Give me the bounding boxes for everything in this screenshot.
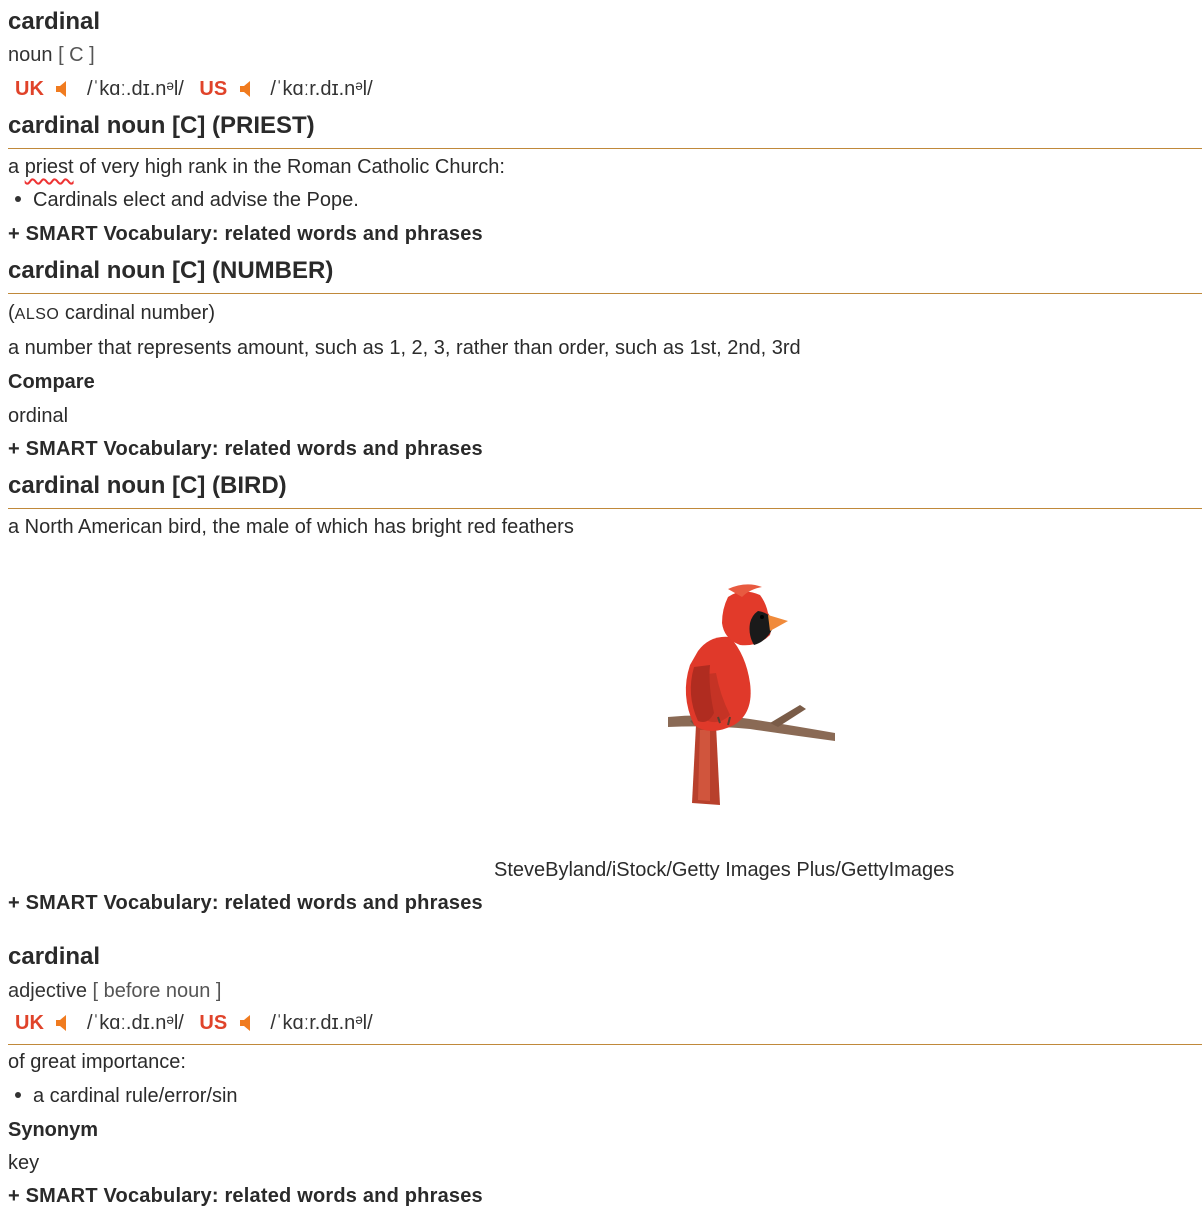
us-ipa: /ˈkɑːr.dɪ.nᵊl/: [270, 78, 373, 100]
example-adjective: a cardinal rule/error/sin: [8, 1085, 238, 1108]
pronunciation-row: UK /ˈkɑː.dɪ.nᵊl/ US /ˈkɑːr.dɪ.nᵊl/: [15, 1012, 373, 1038]
uk-ipa: /ˈkɑː.dɪ.nᵊl/: [87, 78, 184, 100]
speaker-icon[interactable]: [55, 80, 71, 104]
us-label: US: [199, 78, 228, 100]
also-text: cardinal number): [59, 302, 215, 324]
image-credit: SteveByland/iStock/Getty Images Plus/Get…: [494, 859, 955, 881]
divider: [8, 148, 1202, 149]
us-label: US: [199, 1012, 228, 1034]
bullet: [15, 195, 21, 202]
bullet: [15, 1091, 21, 1098]
cardinal-bird-image: [650, 575, 850, 820]
definition-bird: a North American bird, the male of which…: [8, 516, 574, 538]
def-text: of very high rank in the Roman Catholic …: [73, 156, 505, 178]
sense-heading-bird: cardinal noun [C] (BIRD): [8, 472, 287, 499]
uk-label: UK: [15, 78, 44, 100]
speaker-icon[interactable]: [239, 1014, 255, 1038]
definition-adjective: of great importance:: [8, 1051, 186, 1073]
divider: [8, 1044, 1202, 1045]
part-of-speech: noun [ C ]: [8, 44, 95, 67]
also-form: (ALSO cardinal number): [8, 302, 215, 325]
divider: [8, 508, 1202, 509]
headword: cardinal: [8, 943, 101, 970]
smart-vocabulary-link[interactable]: + SMART Vocabulary: related words and ph…: [8, 438, 483, 461]
sense-heading-number: cardinal noun [C] (NUMBER): [8, 257, 334, 284]
pos-label: noun: [8, 44, 53, 66]
definition-number: a number that represents amount, such as…: [8, 337, 801, 359]
headword: cardinal: [8, 8, 101, 35]
example-text: Cardinals elect and advise the Pope.: [33, 189, 359, 211]
example-text: a cardinal rule/error/sin: [33, 1085, 238, 1107]
smart-vocabulary-link[interactable]: + SMART Vocabulary: related words and ph…: [8, 892, 483, 915]
sense-heading-priest: cardinal noun [C] (PRIEST): [8, 112, 315, 139]
priest-link[interactable]: priest: [25, 156, 74, 178]
example-priest: Cardinals elect and advise the Pope.: [8, 189, 359, 212]
synonym-label: Synonym: [8, 1119, 99, 1141]
def-text: a: [8, 156, 25, 178]
uk-ipa: /ˈkɑː.dɪ.nᵊl/: [87, 1012, 184, 1034]
grammar-code: [ before noun ]: [92, 980, 222, 1002]
divider: [8, 293, 1202, 294]
pronunciation-row: UK /ˈkɑː.dɪ.nᵊl/ US /ˈkɑːr.dɪ.nᵊl/: [15, 78, 373, 104]
synonym-word-link[interactable]: key: [8, 1152, 39, 1175]
definition-priest: a priest of very high rank in the Roman …: [8, 156, 505, 179]
speaker-icon[interactable]: [239, 80, 255, 104]
paren: (: [8, 302, 15, 324]
uk-label: UK: [15, 1012, 44, 1034]
part-of-speech: adjective [ before noun ]: [8, 980, 221, 1003]
also-keyword: ALSO: [14, 306, 60, 323]
compare-label: Compare: [8, 371, 95, 393]
grammar-code: [ C ]: [58, 44, 95, 66]
speaker-icon[interactable]: [55, 1014, 71, 1038]
pos-label: adjective: [8, 980, 87, 1002]
smart-vocabulary-link[interactable]: + SMART Vocabulary: related words and ph…: [8, 223, 483, 246]
us-ipa: /ˈkɑːr.dɪ.nᵊl/: [270, 1012, 373, 1034]
compare-word-link[interactable]: ordinal: [8, 405, 68, 428]
